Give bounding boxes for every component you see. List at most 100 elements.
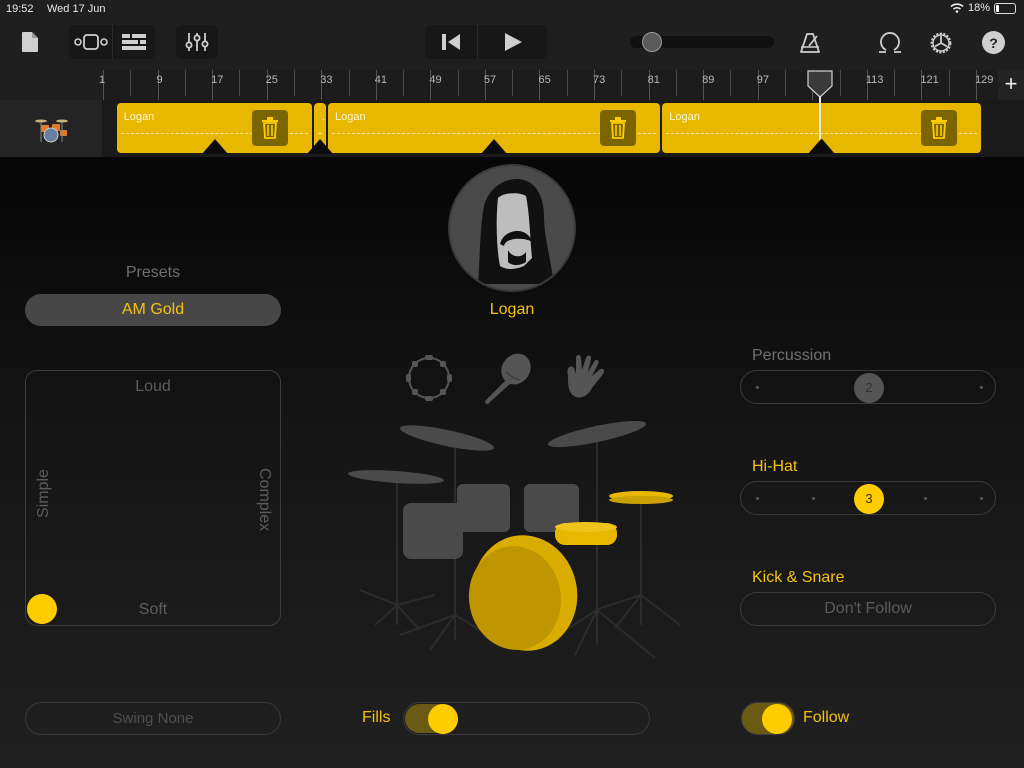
ruler-minor-tick (894, 70, 896, 96)
ruler-minor-tick (348, 70, 350, 96)
fills-slider-knob[interactable] (428, 704, 458, 734)
track-row: Logan... Logan Logan (0, 100, 1024, 157)
region-label: ... (321, 111, 326, 123)
ruler-minor-tick (621, 70, 623, 96)
ruler-label: 1 (99, 74, 106, 86)
trash-icon (262, 117, 279, 139)
fills-slider[interactable] (403, 702, 650, 735)
shaker-icon[interactable] (480, 352, 534, 406)
ruler-label: 57 (483, 74, 497, 86)
master-volume-slider[interactable] (630, 32, 774, 52)
xy-pad[interactable]: Loud Soft Simple Complex (25, 370, 281, 626)
kick-snare-label: Kick & Snare (752, 569, 845, 586)
kick-snare-follow-button[interactable]: Don't Follow (740, 592, 996, 626)
ruler-label: 25 (265, 74, 278, 86)
percussion-stepper[interactable]: 2 (740, 370, 996, 404)
stepper-dot[interactable] (755, 497, 759, 500)
drum-kit[interactable] (335, 410, 695, 670)
hihat-value[interactable]: 3 (854, 484, 884, 514)
kit-floor-tom[interactable] (403, 503, 463, 559)
xy-label-simple: Simple (35, 469, 52, 518)
ruler-label: 81 (647, 74, 660, 86)
stepper-dot[interactable] (755, 386, 759, 389)
ruler-label: 65 (538, 74, 551, 86)
region-waveform (318, 133, 323, 137)
battery-percent: 18% (967, 2, 990, 14)
ruler-label: 113 (865, 74, 884, 86)
drummer-avatar[interactable] (448, 164, 576, 292)
drummer-portrait-icon (478, 179, 554, 284)
delete-region-button[interactable] (600, 110, 637, 146)
percussion-value[interactable]: 2 (854, 373, 884, 403)
follow-toggle-knob (762, 704, 792, 734)
kit-crash-left[interactable] (398, 420, 495, 456)
play-button[interactable] (478, 25, 547, 59)
ruler-label: 121 (920, 74, 939, 86)
stepper-dot[interactable] (923, 497, 927, 500)
trash-icon (610, 117, 627, 139)
stepper-dot[interactable] (811, 497, 815, 500)
presets-label: Presets (125, 264, 181, 281)
tracks-view-button[interactable] (69, 25, 112, 59)
play-icon (504, 33, 522, 51)
view-segment (69, 25, 155, 59)
ruler-minor-tick (948, 70, 950, 96)
trash-icon (930, 117, 947, 139)
ruler-label: 33 (320, 74, 333, 86)
toolbar: ? (0, 20, 1024, 68)
hand-clap-icon[interactable] (562, 352, 608, 404)
track-header[interactable] (0, 100, 102, 157)
drum-kit-icon (35, 119, 68, 142)
playhead-handle[interactable] (807, 70, 833, 98)
drummer-name: Logan (489, 301, 535, 318)
ruler-label: 49 (429, 74, 442, 86)
delete-region-button[interactable] (252, 110, 289, 146)
ruler-label: 89 (702, 74, 715, 86)
region-notch (307, 139, 334, 154)
ruler-minor-tick (239, 70, 241, 96)
region-notch (481, 139, 508, 154)
go-to-beginning-button[interactable] (425, 25, 477, 59)
kit-tom-1[interactable] (457, 484, 510, 532)
region-label: Logan (123, 111, 155, 123)
live-loops-button[interactable] (113, 25, 155, 59)
live-loops-icon (122, 34, 146, 50)
ruler-label: 9 (156, 74, 163, 86)
mixer-segment (176, 25, 218, 59)
tambourine-icon[interactable] (404, 353, 454, 403)
region-label: Logan (335, 111, 366, 123)
ruler-minor-tick (457, 70, 459, 96)
follow-toggle[interactable] (741, 702, 795, 735)
region-notch (201, 139, 228, 154)
ruler-minor-tick (785, 70, 786, 96)
add-track-button[interactable]: + (998, 70, 1024, 100)
mixer-button[interactable] (176, 25, 218, 59)
timeline-ruler[interactable]: 191725334149576573818997105113121129 (0, 70, 1024, 100)
hihat-label: Hi-Hat (752, 458, 798, 475)
go-to-beginning-icon (442, 34, 460, 50)
ruler-label: 73 (593, 74, 606, 86)
delete-region-button[interactable] (920, 110, 957, 146)
mixer-icon (185, 33, 209, 51)
xy-pad-puck[interactable] (27, 594, 57, 624)
ruler-label: 129 (974, 74, 994, 86)
preset-selector[interactable]: AM Gold (25, 294, 281, 326)
loop-browser-button[interactable] (875, 28, 905, 58)
ruler-minor-tick (730, 70, 732, 96)
metronome-button[interactable] (796, 28, 826, 58)
xy-label-loud: Loud (135, 378, 171, 395)
settings-button[interactable] (926, 28, 956, 58)
status-right: 18% (950, 2, 1016, 14)
metronome-icon (800, 33, 820, 53)
stepper-dot[interactable] (979, 386, 983, 389)
ruler-label: 97 (756, 74, 769, 86)
my-songs-button[interactable] (16, 26, 44, 58)
swing-button[interactable]: Swing None (25, 702, 281, 735)
stepper-dot[interactable] (979, 497, 983, 500)
hihat-stepper[interactable]: 3 (740, 481, 996, 515)
help-button[interactable]: ? (982, 31, 1005, 54)
xy-label-soft: Soft (138, 601, 168, 618)
master-volume-knob[interactable] (641, 32, 662, 52)
ruler-minor-tick (130, 70, 132, 96)
fills-label: Fills (362, 709, 391, 726)
